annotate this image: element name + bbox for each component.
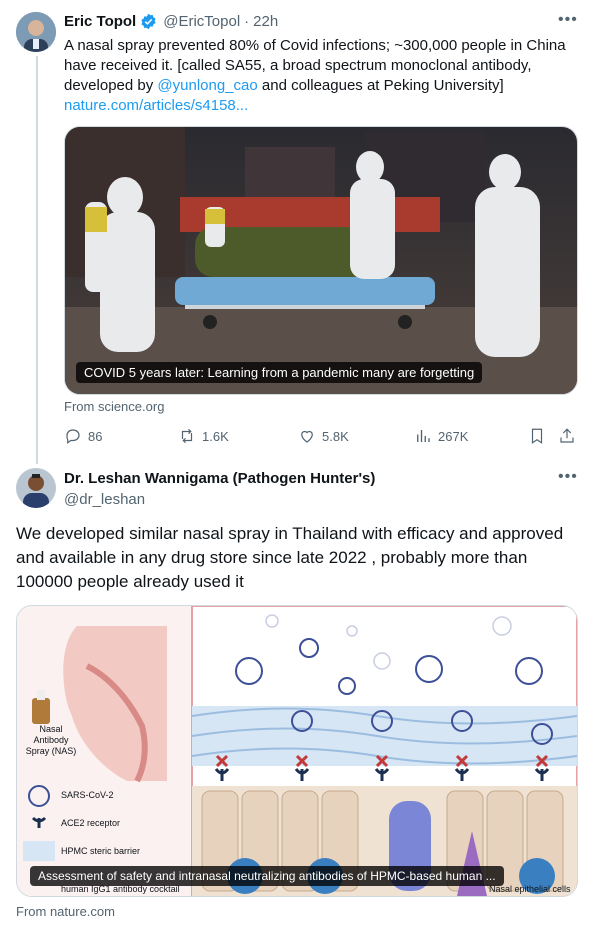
author-name[interactable]: Eric Topol	[64, 13, 136, 30]
repost-icon	[181, 428, 193, 444]
author-handle[interactable]: @EricTopol	[163, 13, 240, 30]
card-caption[interactable]: COVID 5 years later: Learning from a pan…	[76, 362, 483, 383]
tweet1-text: A nasal spray prevented 80% of Covid inf…	[64, 36, 576, 116]
card-photo	[65, 127, 577, 394]
reply-icon	[66, 429, 80, 444]
reply-count: 86	[88, 428, 103, 444]
tweet2-text: We developed similar nasal spray in Thai…	[16, 524, 564, 591]
nas-label: Nasal Antibody Spray (NAS)	[25, 724, 77, 756]
bookmark-button[interactable]	[528, 427, 546, 445]
verified-badge-icon	[141, 13, 156, 30]
reply-button[interactable]: 86	[64, 427, 102, 445]
avatar-image	[16, 468, 56, 508]
thread-connector	[36, 56, 38, 464]
like-icon	[301, 430, 313, 443]
tweet2-handle-row: @dr_leshan	[64, 491, 145, 508]
card-source[interactable]: From science.org	[64, 399, 164, 414]
more-icon[interactable]: •••	[558, 468, 578, 486]
views-button[interactable]: 267K	[414, 427, 468, 445]
tweet1-link-card[interactable]	[64, 126, 578, 395]
mention-link[interactable]: @yunlong_cao	[157, 77, 257, 94]
like-button[interactable]: 5.8K	[298, 427, 349, 445]
views-count: 267K	[438, 428, 469, 444]
separator: ·	[244, 13, 250, 30]
avatar-dr-leshan[interactable]	[16, 468, 56, 508]
repost-count: 1.6K	[202, 428, 229, 444]
legend-hpmc-label: HPMC steric barrier	[61, 846, 141, 856]
author-handle[interactable]: @dr_leshan	[64, 491, 145, 508]
legend-virus-label: SARS-CoV-2	[61, 790, 114, 800]
repost-button[interactable]: 1.6K	[178, 427, 229, 445]
tweet1-header: Eric Topol @EricTopol · 22h	[64, 13, 278, 30]
author-name[interactable]: Dr. Leshan Wannigama (Pathogen Hunter's)	[64, 470, 375, 487]
tweet1-text-part2: and colleagues at Peking University]	[257, 77, 504, 94]
share-icon	[560, 428, 574, 443]
article-link[interactable]: nature.com/articles/s4158...	[64, 97, 248, 114]
legend-ace2-label: ACE2 receptor	[61, 818, 121, 828]
tweet2-header: Dr. Leshan Wannigama (Pathogen Hunter's)	[64, 470, 375, 487]
like-count: 5.8K	[322, 428, 349, 444]
share-button[interactable]	[558, 427, 576, 445]
timestamp[interactable]: 22h	[253, 13, 278, 30]
views-icon	[417, 430, 430, 442]
tweet1-action-bar: 86 1.6K 5.8K 267K	[64, 424, 584, 448]
avatar-image	[16, 12, 56, 52]
more-icon[interactable]: •••	[558, 11, 578, 29]
avatar-eric-topol[interactable]	[16, 12, 56, 52]
tweet2-link-card[interactable]: Nasal Antibody Spray (NAS) SARS-CoV-2 AC…	[16, 605, 578, 897]
card-source[interactable]: From nature.com	[16, 904, 115, 919]
card-caption[interactable]: Assessment of safety and intranasal neut…	[30, 866, 504, 886]
bookmark-icon	[531, 428, 543, 444]
